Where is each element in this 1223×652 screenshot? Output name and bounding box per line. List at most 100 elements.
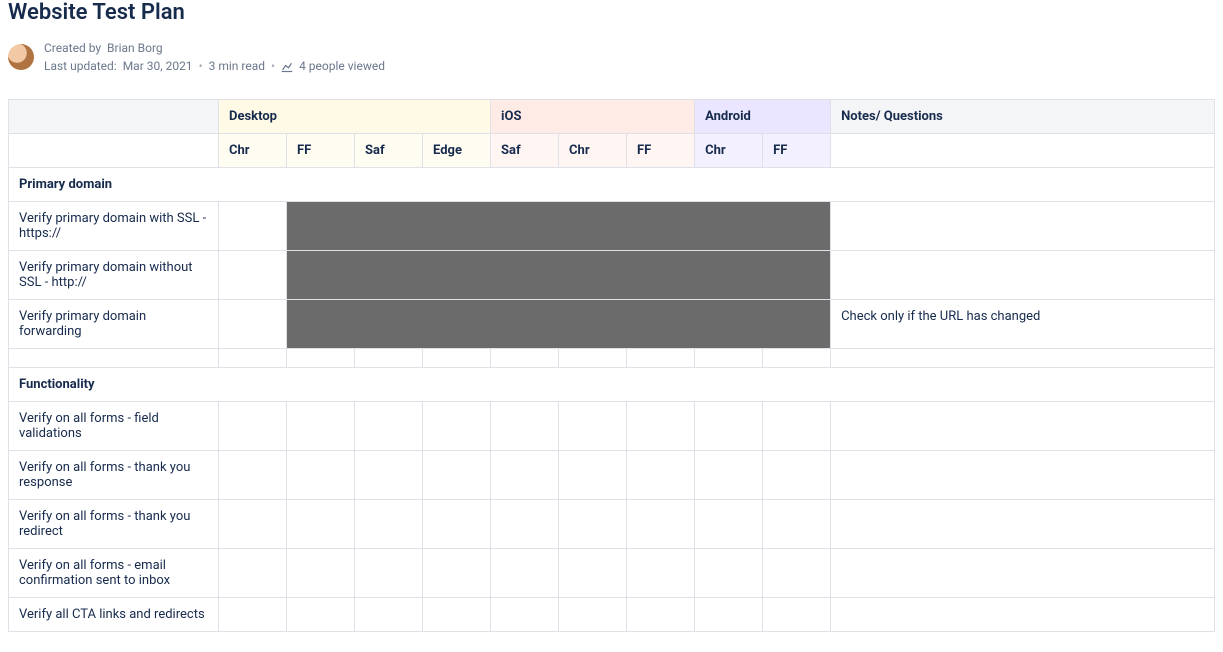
result-cell[interactable] bbox=[627, 349, 695, 368]
table-row: Verify on all forms - email confirmation… bbox=[9, 549, 1215, 598]
result-cell[interactable] bbox=[219, 451, 287, 500]
result-cell[interactable] bbox=[355, 349, 423, 368]
result-cell[interactable] bbox=[423, 451, 491, 500]
result-cell[interactable] bbox=[287, 500, 355, 549]
platform-header-row: Desktop iOS Android Notes/ Questions bbox=[9, 100, 1215, 134]
notes-cell[interactable] bbox=[831, 349, 1215, 368]
viewers-count[interactable]: 4 people viewed bbox=[299, 57, 385, 75]
byline-text: Created by Brian Borg Last updated: Mar … bbox=[44, 39, 385, 75]
result-cell[interactable] bbox=[627, 451, 695, 500]
result-cell[interactable] bbox=[627, 500, 695, 549]
result-cell[interactable] bbox=[695, 402, 763, 451]
result-cell[interactable] bbox=[423, 500, 491, 549]
row-label[interactable]: Verify on all forms - thank you redirect bbox=[9, 500, 219, 549]
row-label[interactable]: Verify on all forms - thank you response bbox=[9, 451, 219, 500]
result-cell[interactable] bbox=[763, 549, 831, 598]
result-cell[interactable] bbox=[491, 598, 559, 632]
author-name[interactable]: Brian Borg bbox=[107, 39, 163, 57]
section-header-row: Functionality bbox=[9, 368, 1215, 402]
row-label[interactable]: Verify all CTA links and redirects bbox=[9, 598, 219, 632]
table-row: Verify primary domain without SSL - http… bbox=[9, 251, 1215, 300]
notes-cell[interactable] bbox=[831, 202, 1215, 251]
browser-header-ios-chr: Chr bbox=[559, 134, 627, 168]
result-cell[interactable] bbox=[355, 598, 423, 632]
result-cell[interactable] bbox=[219, 202, 287, 251]
result-cell[interactable] bbox=[559, 549, 627, 598]
result-cell[interactable] bbox=[491, 349, 559, 368]
notes-cell[interactable] bbox=[831, 251, 1215, 300]
result-cell[interactable] bbox=[763, 402, 831, 451]
result-cell[interactable] bbox=[491, 402, 559, 451]
result-cell[interactable] bbox=[287, 402, 355, 451]
row-label[interactable]: Verify on all forms - field validations bbox=[9, 402, 219, 451]
separator-dot bbox=[271, 57, 275, 75]
result-cell[interactable] bbox=[355, 451, 423, 500]
test-plan-table: Desktop iOS Android Notes/ Questions Chr… bbox=[8, 99, 1215, 632]
result-cell[interactable] bbox=[559, 598, 627, 632]
table-row: Verify primary domain with SSL - https:/… bbox=[9, 202, 1215, 251]
row-label[interactable]: Verify on all forms - email confirmation… bbox=[9, 549, 219, 598]
row-label[interactable]: Verify primary domain with SSL - https:/… bbox=[9, 202, 219, 251]
browser-header-blank bbox=[9, 134, 219, 168]
result-cell[interactable] bbox=[423, 402, 491, 451]
browser-header-ios-ff: FF bbox=[627, 134, 695, 168]
avatar[interactable] bbox=[8, 44, 34, 70]
row-label[interactable]: Verify primary domain forwarding bbox=[9, 300, 219, 349]
result-cell[interactable] bbox=[219, 300, 287, 349]
row-label[interactable]: Verify primary domain without SSL - http… bbox=[9, 251, 219, 300]
result-cell[interactable] bbox=[627, 402, 695, 451]
result-cell[interactable] bbox=[287, 451, 355, 500]
byline: Created by Brian Borg Last updated: Mar … bbox=[8, 39, 1215, 75]
page-root: Website Test Plan Created by Brian Borg … bbox=[0, 0, 1223, 652]
result-cell[interactable] bbox=[219, 500, 287, 549]
result-cell[interactable] bbox=[355, 402, 423, 451]
notes-cell[interactable]: Check only if the URL has changed bbox=[831, 300, 1215, 349]
result-cell[interactable] bbox=[627, 549, 695, 598]
result-cell[interactable] bbox=[559, 500, 627, 549]
result-cell[interactable] bbox=[423, 598, 491, 632]
result-cell[interactable] bbox=[355, 500, 423, 549]
result-cell[interactable] bbox=[287, 549, 355, 598]
result-cell[interactable] bbox=[219, 349, 287, 368]
result-cell[interactable] bbox=[287, 349, 355, 368]
result-cell[interactable] bbox=[491, 451, 559, 500]
notes-cell[interactable] bbox=[831, 402, 1215, 451]
result-cell[interactable] bbox=[219, 598, 287, 632]
result-cell[interactable] bbox=[559, 451, 627, 500]
result-cell[interactable] bbox=[763, 349, 831, 368]
analytics-icon[interactable] bbox=[281, 60, 293, 72]
browser-header-desktop-ff: FF bbox=[287, 134, 355, 168]
result-cell[interactable] bbox=[627, 598, 695, 632]
result-cell[interactable] bbox=[219, 251, 287, 300]
result-cell[interactable] bbox=[559, 402, 627, 451]
header-notes: Notes/ Questions bbox=[831, 100, 1215, 134]
browser-header-ios-saf: Saf bbox=[491, 134, 559, 168]
result-cell[interactable] bbox=[219, 402, 287, 451]
section-title: Functionality bbox=[9, 368, 1215, 402]
table-row: Verify on all forms - thank you response bbox=[9, 451, 1215, 500]
last-updated-prefix: Last updated: bbox=[44, 57, 117, 75]
result-cell[interactable] bbox=[763, 500, 831, 549]
result-cell[interactable] bbox=[423, 549, 491, 598]
result-cell[interactable] bbox=[287, 598, 355, 632]
result-cell[interactable] bbox=[355, 549, 423, 598]
result-cell[interactable] bbox=[219, 549, 287, 598]
notes-cell[interactable] bbox=[831, 598, 1215, 632]
browser-header-desktop-saf: Saf bbox=[355, 134, 423, 168]
notes-cell[interactable] bbox=[831, 500, 1215, 549]
result-cell[interactable] bbox=[695, 500, 763, 549]
row-label[interactable] bbox=[9, 349, 219, 368]
result-cell[interactable] bbox=[559, 349, 627, 368]
result-cell[interactable] bbox=[423, 349, 491, 368]
notes-cell[interactable] bbox=[831, 451, 1215, 500]
result-cell[interactable] bbox=[763, 598, 831, 632]
result-cell[interactable] bbox=[695, 451, 763, 500]
result-cell[interactable] bbox=[695, 349, 763, 368]
result-cell[interactable] bbox=[695, 598, 763, 632]
result-cell[interactable] bbox=[491, 500, 559, 549]
notes-cell[interactable] bbox=[831, 549, 1215, 598]
result-cell[interactable] bbox=[491, 549, 559, 598]
result-cell[interactable] bbox=[763, 451, 831, 500]
result-cell[interactable] bbox=[695, 549, 763, 598]
browser-header-android-ff: FF bbox=[763, 134, 831, 168]
